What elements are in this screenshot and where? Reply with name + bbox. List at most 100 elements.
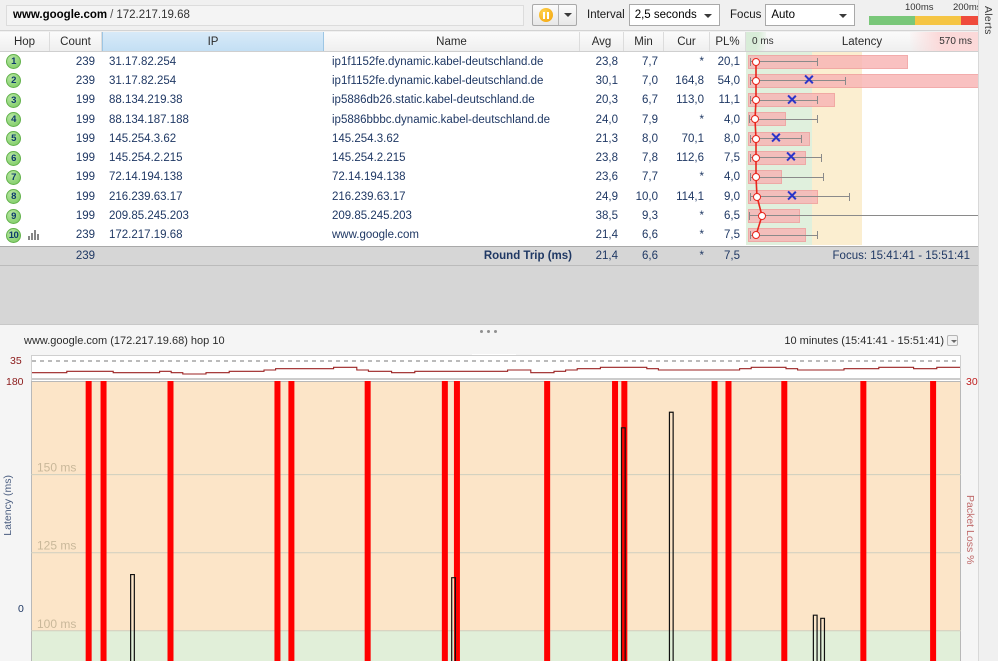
table-row[interactable]: 8 199 216.239.63.17 216.239.63.17 24,9 10,0 11… [0,187,978,207]
packet-loss-spike [544,381,551,661]
cell-avg: 23,6 [595,171,618,184]
table-row[interactable]: 7 199 72.14.194.138 72.14.194.138 23,6 7,7 * 4,… [0,167,978,188]
gridline-label: 125 ms [37,539,76,553]
cell-count: 199 [75,113,95,126]
cell-avg: 30,1 [595,74,618,87]
address-host: www.google.com [13,9,108,21]
summary-count: 239 [75,250,95,262]
cell-latency-graph [746,129,978,149]
chevron-down-icon [704,14,713,18]
cell-avg: 24,0 [595,113,618,126]
jitter-axis-max: 35 [10,355,22,367]
interval-value: 2,5 seconds [634,9,697,21]
latency-average-marker [758,211,766,220]
cell-pl: 4,0 [724,113,740,126]
cell-avg: 24,9 [595,190,618,203]
latency-whisker [749,115,818,124]
cell-pl: 4,0 [724,171,740,184]
latency-plot: 150 ms125 ms100 ms75 ms50 ms25 ms [31,381,961,661]
cell-avg: 20,3 [595,94,618,107]
latency-legend: 100ms 200ms [868,2,997,28]
address-field[interactable]: www.google.com / 172.217.19.68 [6,4,524,26]
cell-hop: 8 [0,187,50,206]
cell-pl: 7,5 [724,229,740,242]
panel-range-select[interactable]: 10 minutes (15:41:41 - 15:51:41) [784,335,958,347]
hops-table: Hop Count IP Name Avg Min Cur PL% 0 ms L… [0,32,978,246]
packetloss-axis-max: 30 [966,376,978,388]
cell-cur: * [699,113,704,126]
cell-latency-graph [746,148,978,168]
packet-loss-spike [85,381,92,661]
cell-cur: * [699,55,704,68]
hop-badge: 8 [6,189,21,205]
table-row[interactable]: 10 239 172.217.19.68 www.google.com 21,4 6,6 *… [0,225,978,245]
cell-count: 199 [75,152,95,165]
table-row[interactable]: 6 199 145.254.2.215 145.254.2.215 23,8 7,8 112… [0,148,978,168]
column-header-cur[interactable]: Cur [664,32,710,51]
alerts-tab[interactable]: Alerts [978,0,998,661]
cell-name: www.google.com [332,229,419,242]
hop-badge: 9 [6,208,21,224]
cell-min: 10,0 [635,190,658,203]
cell-cur: 164,8 [675,74,704,87]
table-row[interactable]: 3 199 88.134.219.38 ip5886db26.static.kabel… [0,90,978,110]
cell-avg: 23,8 [595,55,618,68]
column-header-ip[interactable]: IP [102,32,324,51]
summary-focus: Focus: 15:41:41 - 15:51:41 [832,250,970,262]
focus-select[interactable]: Auto [765,4,855,26]
jitter-line [32,366,960,375]
summary-pl: 7,5 [724,250,740,262]
column-header-hop[interactable]: Hop [0,32,50,51]
jitter-plot [32,360,960,380]
column-header-avg[interactable]: Avg [580,32,624,51]
hop-badge: 3 [6,92,21,108]
hop-badge: 6 [6,150,21,166]
packet-loss-spike [167,381,174,661]
cell-name: ip1f1152fe.dynamic.kabel-deutschland.de [332,74,544,87]
column-header-name[interactable]: Name [324,32,580,51]
packet-loss-spike [364,381,371,661]
latency-axis-min: 0 ms [752,36,774,47]
table-row[interactable]: 9 199 209.85.245.203 209.85.245.203 38,5 9,3 *… [0,206,978,226]
cell-min: 7,7 [642,171,658,184]
cell-ip: 209.85.245.203 [109,210,189,223]
cell-min: 7,7 [642,55,658,68]
cell-latency-graph [746,52,978,72]
cell-cur: * [699,210,704,223]
column-header-count[interactable]: Count [50,32,102,51]
table-row[interactable]: 2 239 31.17.82.254 ip1f1152fe.dynamic.kabel… [0,71,978,91]
pause-dropdown-button[interactable] [559,5,576,25]
table-header-row: Hop Count IP Name Avg Min Cur PL% 0 ms L… [0,32,978,52]
table-row[interactable]: 4 199 88.134.187.188 ip5886bbbc.dynamic.kab… [0,109,978,130]
column-header-pl[interactable]: PL% [710,32,746,51]
latency-title: Latency [841,35,883,48]
panel-header: www.google.com (172.217.19.68) hop 10 10… [0,335,978,353]
column-header-latency[interactable]: 0 ms Latency 570 ms [746,32,978,51]
packet-loss-spike [711,381,718,661]
cell-cur: 114,1 [676,190,704,203]
interval-select[interactable]: 2,5 seconds [628,4,721,26]
packet-loss-spike [621,381,628,661]
toolbar: www.google.com / 172.217.19.68 Interval … [0,0,997,31]
table-row[interactable]: 5 199 145.254.3.62 145.254.3.62 21,3 8,0 70,1 8… [0,129,978,149]
chevron-down-icon [838,14,847,18]
graph-icon[interactable] [28,230,39,241]
latency-whisker [750,57,818,66]
hop-badge: 1 [6,54,21,70]
latency-chart[interactable]: 150 ms125 ms100 ms75 ms50 ms25 ms [31,381,961,661]
cell-ip: 172.217.19.68 [109,229,183,242]
packet-loss-spike [288,381,295,661]
cell-hop: 2 [0,71,50,90]
cell-ip: 145.254.3.62 [109,132,177,145]
cell-cur: * [699,171,704,184]
app-window: www.google.com / 172.217.19.68 Interval … [0,0,998,661]
pause-button[interactable] [533,5,559,25]
column-header-min[interactable]: Min [624,32,664,51]
panel-resize-grip[interactable] [480,328,508,334]
cell-latency-graph [746,90,978,110]
table-row[interactable]: 1 239 31.17.82.254 ip1f1152fe.dynamic.kabel… [0,52,978,72]
cell-count: 239 [75,229,95,242]
summary-avg: 21,4 [595,250,618,262]
cell-count: 199 [75,210,95,223]
panel-range-label: 10 minutes (15:41:41 - 15:51:41) [784,335,944,347]
